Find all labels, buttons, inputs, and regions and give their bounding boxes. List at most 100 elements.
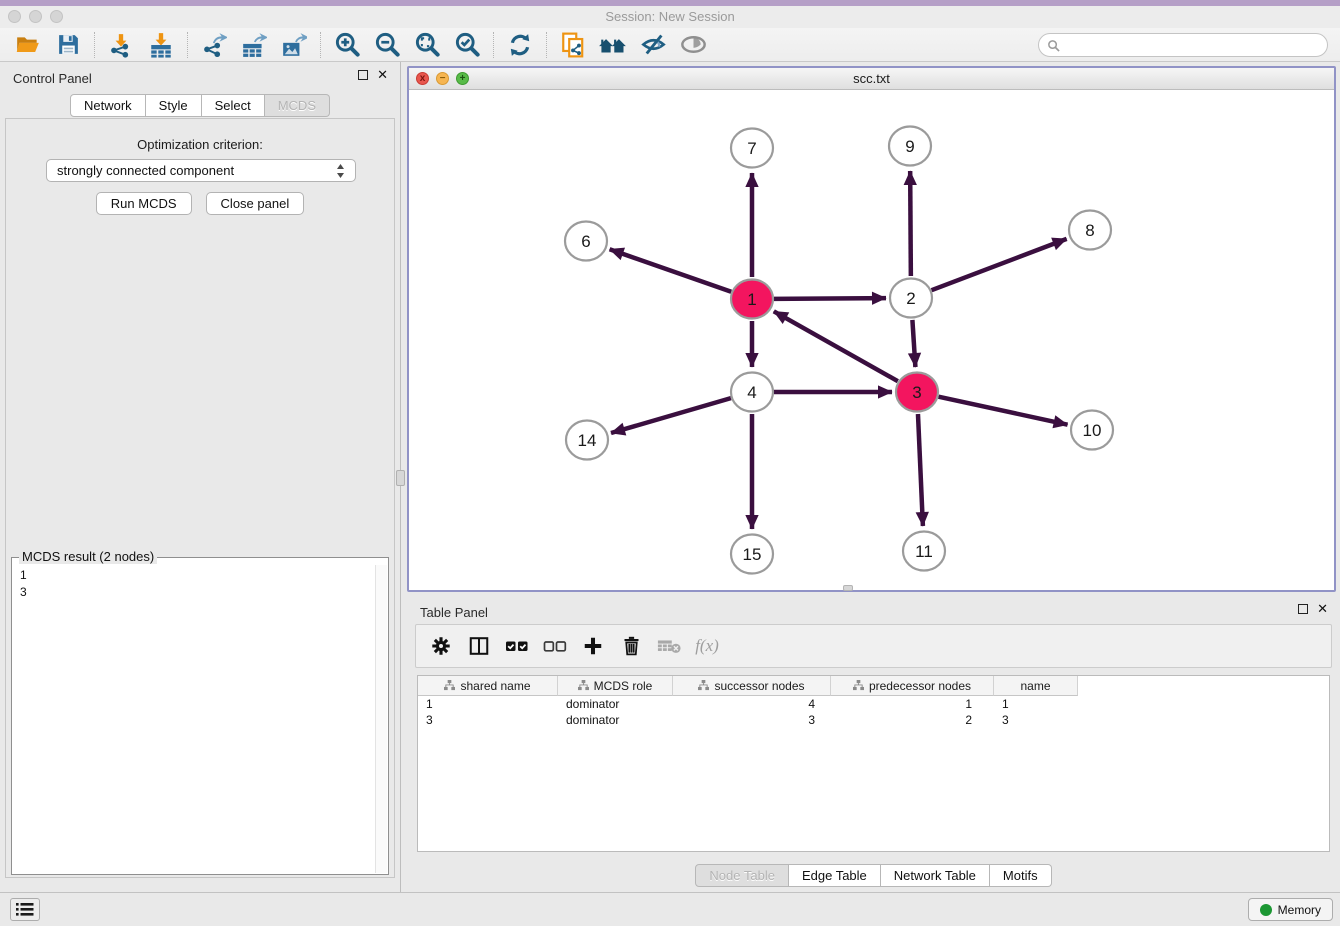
- export-table-icon[interactable]: [239, 31, 269, 59]
- control-panel: Control Panel ✕ NetworkStyleSelectMCDS O…: [0, 62, 400, 892]
- column-type-icon: [698, 680, 709, 691]
- table-row[interactable]: 1dominator411: [418, 696, 1329, 712]
- edge-3-1[interactable]: [774, 311, 898, 381]
- zoom-selected-icon[interactable]: [452, 31, 482, 59]
- tab-node-table[interactable]: Node Table: [695, 864, 789, 887]
- network-canvas[interactable]: 7 9 6 8 1 2 4 3 14 10 15 11: [409, 90, 1334, 590]
- column-header-name[interactable]: name: [994, 676, 1078, 696]
- node-label: 10: [1083, 421, 1102, 440]
- cell-shared-name: 1: [418, 696, 558, 712]
- node-15[interactable]: 15: [731, 535, 773, 574]
- unselect-all-columns-icon[interactable]: [542, 633, 568, 659]
- preview-eye-icon[interactable]: [678, 31, 708, 59]
- network-window-titlebar[interactable]: x − + scc.txt: [409, 68, 1334, 90]
- cell-shared-name: 3: [418, 712, 558, 728]
- edge-2-9[interactable]: [910, 171, 911, 276]
- settings-gear-icon[interactable]: [428, 633, 454, 659]
- home-icon[interactable]: [598, 31, 628, 59]
- tab-mcds[interactable]: MCDS: [265, 94, 330, 117]
- tab-motifs[interactable]: Motifs: [990, 864, 1052, 887]
- splitter-grip[interactable]: [396, 470, 405, 486]
- table-toolbar: f(x): [415, 624, 1332, 668]
- export-image-icon[interactable]: [279, 31, 309, 59]
- cell-name: 1: [994, 696, 1078, 712]
- cell-name: 3: [994, 712, 1078, 728]
- function-builder-icon[interactable]: f(x): [694, 633, 720, 659]
- column-header-shared-name[interactable]: shared name: [418, 676, 558, 696]
- run-mcds-button[interactable]: Run MCDS: [96, 192, 192, 215]
- horizontal-splitter-grip[interactable]: [843, 585, 853, 591]
- node-3[interactable]: 3: [896, 373, 938, 412]
- column-header-predecessor-nodes[interactable]: predecessor nodes: [831, 676, 994, 696]
- float-table-panel-icon[interactable]: [1298, 604, 1308, 614]
- add-column-icon[interactable]: [580, 633, 606, 659]
- column-header-successor-nodes[interactable]: successor nodes: [673, 676, 831, 696]
- close-table-panel-icon[interactable]: ✕: [1317, 604, 1328, 614]
- select-all-columns-icon[interactable]: [504, 633, 530, 659]
- split-columns-icon[interactable]: [466, 633, 492, 659]
- node-9[interactable]: 9: [889, 127, 931, 166]
- edge-3-11[interactable]: [918, 414, 923, 526]
- delete-columns-icon[interactable]: [618, 633, 644, 659]
- node-label: 3: [912, 383, 921, 402]
- close-panel-button[interactable]: Close panel: [206, 192, 305, 215]
- open-session-icon[interactable]: [13, 31, 43, 59]
- vertical-splitter[interactable]: [400, 62, 407, 892]
- save-session-icon[interactable]: [53, 31, 83, 59]
- mcds-result-text[interactable]: 13: [13, 565, 375, 873]
- tab-network-table[interactable]: Network Table: [881, 864, 990, 887]
- node-label: 14: [578, 431, 597, 450]
- node-10[interactable]: 10: [1071, 411, 1113, 450]
- optimization-dropdown[interactable]: strongly connected component: [46, 159, 356, 182]
- tab-edge-table[interactable]: Edge Table: [789, 864, 881, 887]
- edge-1-6[interactable]: [610, 249, 732, 291]
- import-table-icon[interactable]: [146, 31, 176, 59]
- search-input[interactable]: [1060, 38, 1327, 52]
- import-network-icon[interactable]: [106, 31, 136, 59]
- close-panel-icon[interactable]: ✕: [377, 70, 388, 80]
- tab-network[interactable]: Network: [70, 94, 146, 117]
- main-toolbar: [0, 28, 1340, 62]
- node-11[interactable]: 11: [903, 532, 945, 571]
- edge-4-14[interactable]: [611, 398, 731, 433]
- edge-2-3[interactable]: [912, 320, 915, 367]
- node-table[interactable]: shared name MCDS rolesuccessor nodes prede…: [417, 675, 1330, 852]
- node-label: 15: [743, 545, 762, 564]
- node-6[interactable]: 6: [565, 222, 607, 261]
- hide-graphics-details-icon[interactable]: [638, 31, 668, 59]
- edge-1-2[interactable]: [774, 298, 886, 299]
- table-panel-tabs: Node TableEdge TableNetwork TableMotifs: [407, 864, 1340, 887]
- titlebar[interactable]: Session: New Session: [0, 6, 1340, 28]
- window-title: Session: New Session: [0, 9, 1340, 24]
- table-row[interactable]: 3dominator323: [418, 712, 1329, 728]
- column-header-label: shared name: [460, 679, 530, 693]
- delete-table-icon[interactable]: [656, 633, 682, 659]
- export-network-icon[interactable]: [199, 31, 229, 59]
- tab-style[interactable]: Style: [146, 94, 202, 117]
- column-header-label: predecessor nodes: [869, 679, 971, 693]
- search-box[interactable]: [1038, 33, 1328, 57]
- column-header-mcds-role[interactable]: MCDS role: [558, 676, 673, 696]
- table-header-row: shared name MCDS rolesuccessor nodes prede…: [418, 676, 1329, 696]
- node-8[interactable]: 8: [1069, 211, 1111, 250]
- zoom-fit-icon[interactable]: [412, 31, 442, 59]
- node-2[interactable]: 2: [890, 279, 932, 318]
- edge-2-8[interactable]: [932, 239, 1067, 290]
- mcds-result-title: MCDS result (2 nodes): [19, 549, 157, 564]
- node-7[interactable]: 7: [731, 129, 773, 168]
- node-14[interactable]: 14: [566, 421, 608, 460]
- tab-select[interactable]: Select: [202, 94, 265, 117]
- clone-network-icon[interactable]: [558, 31, 588, 59]
- zoom-out-icon[interactable]: [372, 31, 402, 59]
- refresh-icon[interactable]: [505, 31, 535, 59]
- node-4[interactable]: 4: [731, 373, 773, 412]
- float-panel-icon[interactable]: [358, 70, 368, 80]
- zoom-in-icon[interactable]: [332, 31, 362, 59]
- memory-button[interactable]: Memory: [1248, 898, 1333, 921]
- memory-label: Memory: [1278, 903, 1321, 917]
- result-scrollbar[interactable]: [375, 565, 387, 873]
- task-history-button[interactable]: [10, 898, 40, 921]
- node-1[interactable]: 1: [731, 280, 773, 319]
- search-icon: [1047, 39, 1060, 52]
- edge-3-10[interactable]: [938, 397, 1067, 425]
